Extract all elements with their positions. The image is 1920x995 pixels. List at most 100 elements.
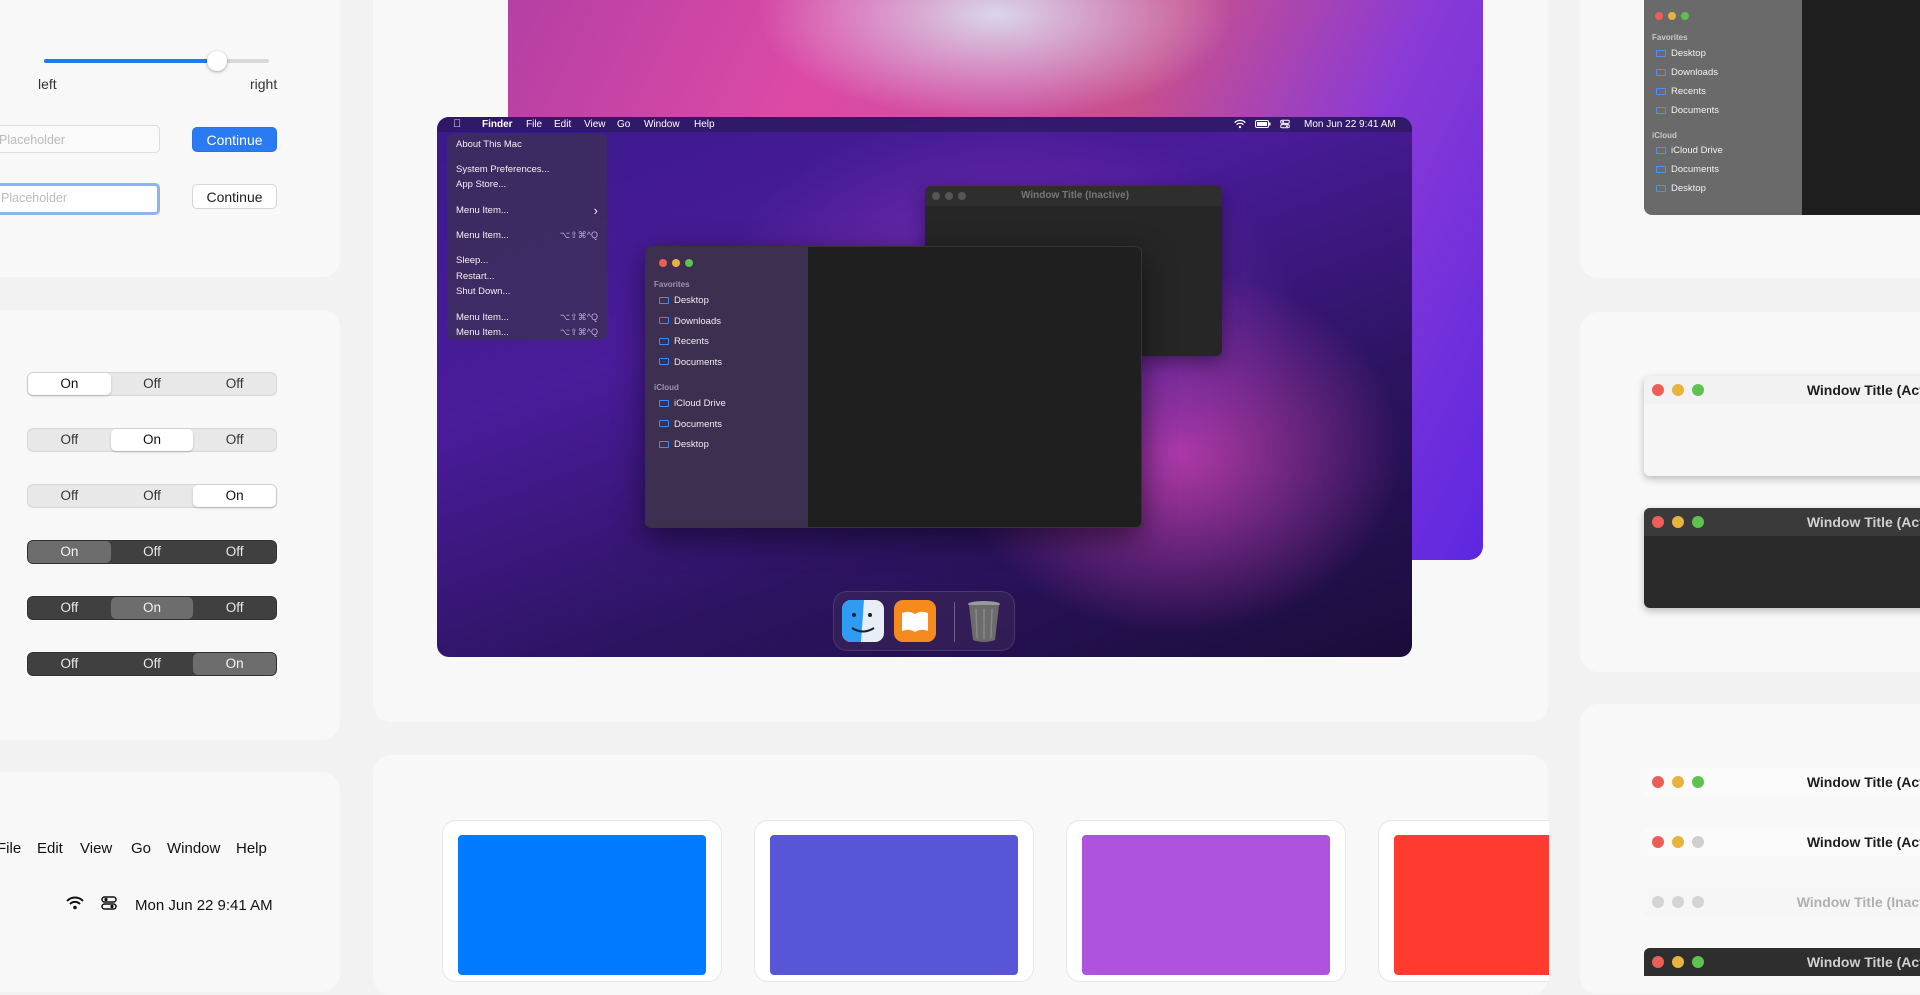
close-icon[interactable] xyxy=(659,259,667,267)
zoom-icon[interactable] xyxy=(1692,776,1704,788)
apple-menu-item[interactable]: System Preferences... xyxy=(456,164,549,175)
close-icon[interactable] xyxy=(1652,516,1664,528)
menubar-item-view[interactable]: View xyxy=(584,119,606,130)
sidebar-item[interactable]: Documents xyxy=(659,357,722,368)
battery-icon[interactable] xyxy=(1255,120,1271,131)
apple-menu-item[interactable]: Shut Down... xyxy=(456,286,510,297)
minimize-icon[interactable] xyxy=(1672,896,1684,908)
segment-option[interactable]: Off xyxy=(193,373,276,395)
zoom-icon[interactable] xyxy=(685,259,693,267)
wifi-icon[interactable] xyxy=(1234,119,1246,132)
zoom-icon[interactable] xyxy=(958,192,966,200)
menubar-datetime[interactable]: Mon Jun 22 9:41 AM xyxy=(1304,119,1396,130)
close-icon[interactable] xyxy=(1652,776,1664,788)
segment-option[interactable]: Off xyxy=(28,429,111,451)
sidebar-item[interactable]: Documents xyxy=(659,419,722,430)
menubar-item-window[interactable]: Window xyxy=(644,119,680,130)
menubar-item-edit[interactable]: Edit xyxy=(37,840,63,857)
apple-menu-item[interactable]: About This Mac xyxy=(456,139,522,150)
sidebar-item[interactable]: Desktop xyxy=(1656,48,1706,59)
segment-option[interactable]: On xyxy=(28,541,111,563)
minimize-icon[interactable] xyxy=(1668,12,1676,20)
segment-option[interactable]: On xyxy=(193,653,277,675)
minimize-icon[interactable] xyxy=(945,192,953,200)
control-center-icon[interactable] xyxy=(1280,119,1290,132)
color-swatch-indigo[interactable] xyxy=(770,835,1018,975)
menubar-app-name[interactable]: Finder xyxy=(482,119,513,130)
apple-menu-item[interactable]: Menu Item... xyxy=(456,312,509,323)
segment-option[interactable]: Off xyxy=(28,485,111,507)
slider-track[interactable] xyxy=(44,59,269,63)
zoom-icon[interactable] xyxy=(1681,12,1689,20)
menubar-item-go[interactable]: Go xyxy=(131,840,151,857)
segment-option[interactable]: Off xyxy=(28,653,111,675)
menubar-item-help[interactable]: Help xyxy=(694,119,715,130)
continue-button-primary[interactable]: Continue xyxy=(192,127,277,152)
close-icon[interactable] xyxy=(1652,384,1664,396)
menubar-item-file[interactable]: File xyxy=(526,119,542,130)
menubar-item-edit[interactable]: Edit xyxy=(554,119,571,130)
text-field-focused[interactable]: Placeholder xyxy=(0,183,160,215)
segment-option[interactable]: Off xyxy=(193,429,276,451)
sidebar-item[interactable]: Recents xyxy=(1656,86,1706,97)
apple-menu-item[interactable]: Restart... xyxy=(456,271,495,282)
minimize-icon[interactable] xyxy=(672,259,680,267)
segment-option[interactable]: On xyxy=(28,373,111,395)
sidebar-item[interactable]: Documents xyxy=(1656,105,1719,116)
menubar-item-help[interactable]: Help xyxy=(236,840,267,857)
sidebar-item[interactable]: Desktop xyxy=(659,439,709,450)
sidebar-item[interactable]: Recents xyxy=(659,336,709,347)
sidebar-item[interactable]: Desktop xyxy=(659,295,709,306)
minimize-icon[interactable] xyxy=(1672,956,1684,968)
color-swatch-blue[interactable] xyxy=(458,835,706,975)
close-icon[interactable] xyxy=(1652,956,1664,968)
sidebar-item[interactable]: Downloads xyxy=(1656,67,1718,78)
menubar-item-view[interactable]: View xyxy=(80,840,112,857)
zoom-icon[interactable] xyxy=(1692,516,1704,528)
wifi-icon[interactable] xyxy=(66,896,84,915)
close-icon[interactable] xyxy=(932,192,940,200)
zoom-icon[interactable] xyxy=(1692,384,1704,396)
segment-option[interactable]: Off xyxy=(28,597,111,619)
apple-menu-item[interactable]: Sleep... xyxy=(456,255,488,266)
close-icon[interactable] xyxy=(1652,836,1664,848)
segment-option[interactable]: Off xyxy=(193,597,276,619)
segment-option[interactable]: On xyxy=(110,597,194,619)
sidebar-item[interactable]: Desktop xyxy=(1656,183,1706,194)
segment-option[interactable]: On xyxy=(110,429,194,451)
apple-menu-item[interactable]: Menu Item... xyxy=(456,230,509,241)
segment-option[interactable]: Off xyxy=(111,485,194,507)
menubar-datetime[interactable]: Mon Jun 22 9:41 AM xyxy=(135,897,273,914)
text-field[interactable]: Placeholder xyxy=(0,125,160,153)
minimize-icon[interactable] xyxy=(1672,516,1684,528)
apple-icon[interactable]:  xyxy=(453,118,461,130)
control-center-icon[interactable] xyxy=(101,895,117,916)
sidebar-item[interactable]: Documents xyxy=(1656,164,1719,175)
segment-option[interactable]: Off xyxy=(111,373,194,395)
menubar-item-window[interactable]: Window xyxy=(167,840,220,857)
zoom-icon[interactable] xyxy=(1692,896,1704,908)
trash-icon[interactable] xyxy=(964,598,1004,649)
close-icon[interactable] xyxy=(1652,896,1664,908)
minimize-icon[interactable] xyxy=(1672,384,1684,396)
color-swatch-purple[interactable] xyxy=(1082,835,1330,975)
apple-menu-item[interactable]: App Store... xyxy=(456,179,506,190)
menubar-item-file[interactable]: File xyxy=(0,840,21,857)
segment-option[interactable]: On xyxy=(193,485,277,507)
close-icon[interactable] xyxy=(1655,12,1663,20)
segment-option[interactable]: Off xyxy=(111,541,194,563)
apple-menu-item[interactable]: Menu Item... xyxy=(456,205,509,216)
segment-option[interactable]: Off xyxy=(111,653,194,675)
menubar-item-go[interactable]: Go xyxy=(617,119,630,130)
sidebar-item[interactable]: Downloads xyxy=(659,316,721,327)
zoom-icon[interactable] xyxy=(1692,956,1704,968)
continue-button[interactable]: Continue xyxy=(192,184,277,209)
sidebar-item[interactable]: iCloud Drive xyxy=(1656,145,1723,156)
segment-option[interactable]: Off xyxy=(193,541,276,563)
minimize-icon[interactable] xyxy=(1672,836,1684,848)
finder-icon[interactable] xyxy=(842,600,884,647)
books-icon[interactable] xyxy=(894,600,936,647)
color-swatch-red[interactable] xyxy=(1394,835,1549,975)
zoom-icon[interactable] xyxy=(1692,836,1704,848)
sidebar-item[interactable]: iCloud Drive xyxy=(659,398,726,409)
